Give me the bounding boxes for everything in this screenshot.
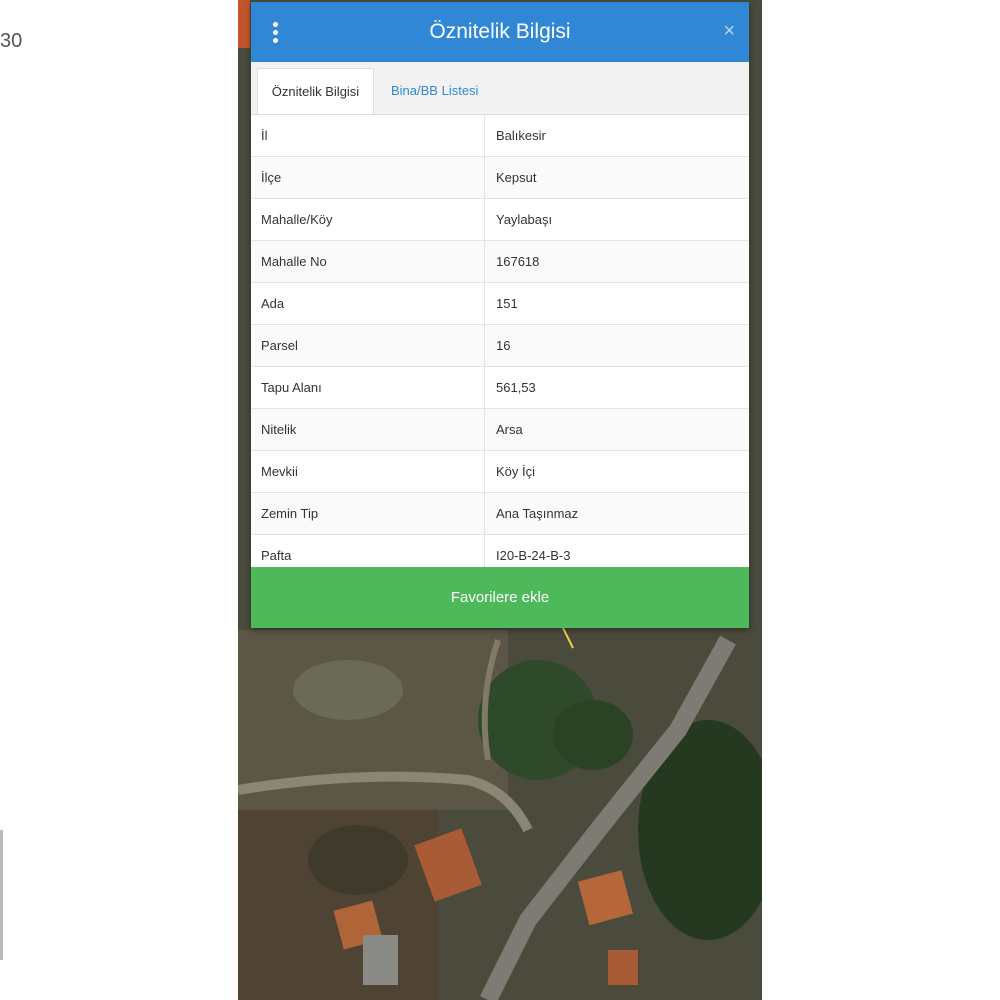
row-key: Mevkii	[261, 464, 298, 479]
tab-attribute-info[interactable]: Öznitelik Bilgisi	[257, 68, 374, 114]
row-key: İlçe	[261, 170, 282, 185]
row-key: Parsel	[261, 338, 298, 353]
phone-screen: Öznitelik Bilgisi × Öznitelik Bilgisi Bi…	[238, 0, 762, 1000]
row-value: Ana Taşınmaz	[496, 506, 579, 521]
table-row: İl Balıkesir	[251, 115, 749, 157]
row-key: Mahalle/Köy	[261, 212, 333, 227]
row-key: Tapu Alanı	[261, 380, 322, 395]
row-value: 167618	[496, 254, 540, 269]
add-to-favorites-button[interactable]: Favorilere ekle	[251, 567, 749, 628]
row-value: 151	[496, 296, 518, 311]
dialog-title: Öznitelik Bilgisi	[429, 20, 571, 43]
table-row: Mahalle/Köy Yaylabaşı	[251, 199, 749, 241]
table-row: İlçe Kepsut	[251, 157, 749, 199]
background-sliver	[0, 830, 3, 960]
table-row: Nitelik Arsa	[251, 409, 749, 451]
row-value: Kepsut	[496, 170, 537, 185]
row-value: 561,53	[496, 380, 536, 395]
dialog-header: Öznitelik Bilgisi ×	[251, 2, 749, 62]
row-key: Zemin Tip	[261, 506, 319, 521]
table-row: Ada 151	[251, 283, 749, 325]
row-value: Arsa	[496, 422, 523, 437]
table-row: Mevkii Köy İçi	[251, 451, 749, 493]
row-key: Nitelik	[261, 422, 297, 437]
row-key: İl	[261, 128, 268, 143]
row-value: Balıkesir	[496, 128, 546, 143]
map-edge-strip	[238, 0, 250, 48]
row-value: 16	[496, 338, 511, 353]
background-corner-text: 30	[0, 30, 23, 52]
table-row: Zemin Tip Ana Taşınmaz	[251, 493, 749, 535]
tab-bar: Öznitelik Bilgisi Bina/BB Listesi	[251, 62, 749, 115]
attribute-table: İl Balıkesir İlçe Kepsut Mahalle/Köy Yaylab…	[251, 115, 749, 577]
attribute-info-dialog: Öznitelik Bilgisi × Öznitelik Bilgisi Bi…	[251, 2, 749, 628]
table-row: Parsel 16	[251, 325, 749, 367]
row-value: Yaylabaşı	[496, 212, 553, 227]
close-icon[interactable]: ×	[723, 19, 735, 43]
row-value: Köy İçi	[496, 464, 536, 479]
row-key: Ada	[261, 296, 285, 311]
table-row: Tapu Alanı 561,53	[251, 367, 749, 409]
tab-building-list[interactable]: Bina/BB Listesi	[381, 68, 488, 114]
table-row: Mahalle No 167618	[251, 241, 749, 283]
row-key: Mahalle No	[261, 254, 327, 269]
